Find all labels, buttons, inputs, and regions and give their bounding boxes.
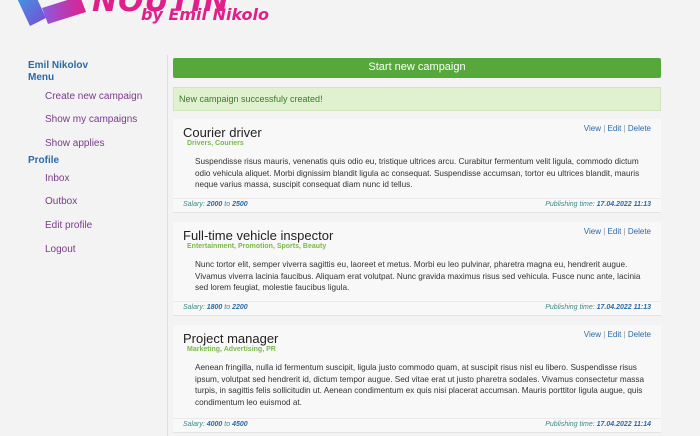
salary-label: Salary: [183, 201, 205, 208]
sidebar-item-edit-profile[interactable]: Edit profile [45, 220, 92, 231]
sidebar-profile-heading: Profile [28, 155, 60, 166]
action-separator: | [623, 124, 626, 133]
publishing-value: 17.04.2022 11:14 [596, 421, 651, 428]
card-actions: View | Edit | Delete [584, 227, 651, 236]
sidebar-item-applies[interactable]: Show applies [45, 138, 104, 149]
edit-link[interactable]: Edit [608, 330, 622, 339]
view-link[interactable]: View [584, 227, 601, 236]
sidebar-item-create-campaign[interactable]: Create new campaign [45, 91, 142, 102]
campaign-publishing-time: Publishing time: 17.04.2022 11:13 [545, 201, 651, 208]
campaign-footer: Salary: 4000 to 4500 Publishing time: 17… [173, 418, 661, 431]
campaign-title[interactable]: Courier driver [183, 125, 262, 140]
logo-mark-icon [17, 0, 86, 26]
campaign-salary: Salary: 2000 to 2500 [183, 201, 248, 208]
publishing-value: 17.04.2022 11:13 [596, 304, 651, 311]
campaign-footer: Salary: 2000 to 2500 Publishing time: 17… [173, 198, 661, 211]
action-separator: | [603, 330, 606, 339]
publishing-label: Publishing time: [545, 201, 595, 208]
edit-link[interactable]: Edit [608, 124, 622, 133]
sidebar-item-logout[interactable]: Logout [45, 244, 76, 255]
campaign-description: Aenean fringilla, nulla id fermentum sus… [195, 363, 645, 407]
campaign-publishing-time: Publishing time: 17.04.2022 11:13 [545, 304, 651, 311]
salary-from: 1800 [206, 304, 223, 311]
start-campaign-button[interactable]: Start new campaign [173, 58, 661, 78]
salary-to-label: to [224, 304, 231, 311]
campaign-publishing-time: Publishing time: 17.04.2022 11:14 [545, 421, 651, 428]
publishing-value: 17.04.2022 11:13 [596, 201, 651, 208]
salary-from: 4000 [206, 421, 223, 428]
delete-link[interactable]: Delete [628, 227, 651, 236]
campaign-card: View | Edit | Delete Courier driver Driv… [173, 119, 661, 213]
delete-link[interactable]: Delete [628, 124, 651, 133]
salary-label: Salary: [183, 421, 205, 428]
salary-label: Salary: [183, 304, 205, 311]
edit-link[interactable]: Edit [608, 227, 622, 236]
sidebar-item-my-campaigns[interactable]: Show my campaigns [45, 114, 137, 125]
campaign-description: Nunc tortor elit, semper viverra sagitti… [195, 260, 641, 292]
salary-to-label: to [224, 201, 231, 208]
card-actions: View | Edit | Delete [584, 330, 651, 339]
delete-link[interactable]: Delete [628, 330, 651, 339]
sidebar: Emil Nikolov Menu Create new campaign Sh… [0, 55, 168, 436]
action-separator: | [623, 330, 626, 339]
view-link[interactable]: View [584, 330, 601, 339]
salary-to: 2500 [232, 201, 248, 208]
campaign-card: View | Edit | Delete Project manager Mar… [173, 325, 661, 433]
campaign-salary: Salary: 4000 to 4500 [183, 421, 248, 428]
site-logo[interactable]: NOUTIN by Emil Nikolov [0, 0, 270, 28]
action-separator: | [623, 227, 626, 236]
sidebar-item-outbox[interactable]: Outbox [45, 196, 77, 207]
campaign-card: View | Edit | Delete Full-time vehicle i… [173, 222, 661, 316]
salary-to: 4500 [232, 421, 248, 428]
salary-to-label: to [224, 421, 231, 428]
sidebar-user-name: Emil Nikolov [28, 60, 89, 71]
salary-to: 2200 [232, 304, 248, 311]
campaign-tags: Entertainment, Promotion, Sports, Beauty [187, 243, 327, 250]
campaign-tags: Marketing, Advertising, PR [187, 346, 276, 353]
sidebar-menu-heading: Menu [28, 72, 55, 83]
campaign-footer: Salary: 1800 to 2200 Publishing time: 17… [173, 301, 661, 314]
sidebar-item-inbox[interactable]: Inbox [45, 173, 69, 184]
view-link[interactable]: View [584, 124, 601, 133]
campaign-title[interactable]: Project manager [183, 331, 278, 346]
campaign-title[interactable]: Full-time vehicle inspector [183, 228, 333, 243]
success-alert: New campaign successfuly created! [173, 87, 661, 111]
logo-subtitle: by Emil Nikolov [141, 5, 270, 24]
campaign-salary: Salary: 1800 to 2200 [183, 304, 248, 311]
publishing-label: Publishing time: [545, 421, 595, 428]
card-actions: View | Edit | Delete [584, 124, 651, 133]
action-separator: | [603, 227, 606, 236]
action-separator: | [603, 124, 606, 133]
campaign-tags: Drivers, Couriers [187, 140, 244, 147]
campaign-description: Suspendisse risus mauris, venenatis quis… [195, 157, 640, 189]
salary-from: 2000 [206, 201, 223, 208]
publishing-label: Publishing time: [545, 304, 595, 311]
